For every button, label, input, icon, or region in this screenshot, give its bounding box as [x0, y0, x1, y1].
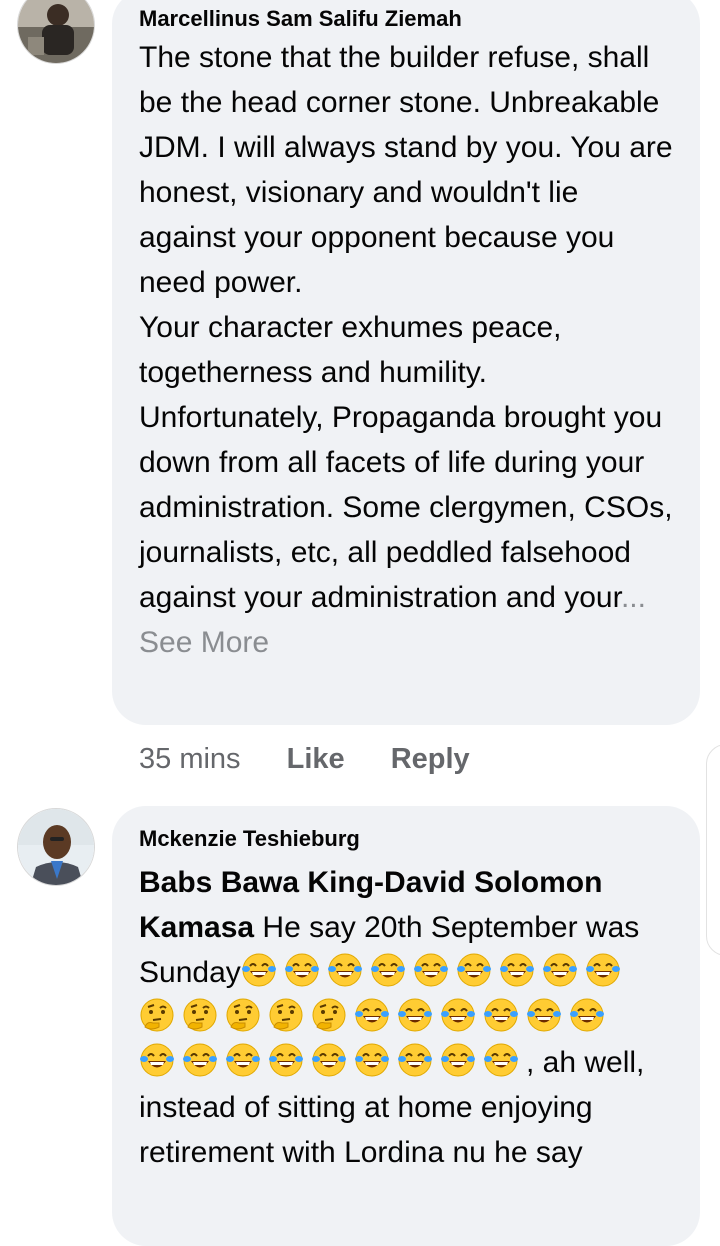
comment-text-part: , ah well,: [526, 1046, 645, 1079]
comment-author[interactable]: Marcellinus Sam Salifu Ziemah: [139, 6, 676, 32]
emoji-group: [139, 1043, 526, 1079]
side-panel-handle[interactable]: [706, 744, 720, 956]
laughing-tears-emoji-icon: [542, 952, 578, 988]
emoji-group: [241, 953, 628, 989]
comment-author[interactable]: Mckenzie Teshieburg: [139, 826, 680, 852]
like-button[interactable]: Like: [287, 743, 345, 776]
emoji-row: , ah well,: [139, 1040, 680, 1085]
avatar[interactable]: [17, 0, 95, 64]
comment-text-part: instead of sitting at home enjoying reti…: [139, 1091, 593, 1169]
comment-paragraph: Your character exhumes peace, togetherne…: [139, 305, 676, 665]
ellipsis: ...: [620, 581, 646, 614]
comment-text: Babs Bawa King-David Solomon Kamasa He s…: [139, 860, 680, 1175]
laughing-tears-emoji-icon: [311, 1042, 347, 1078]
laughing-tears-emoji-icon: [483, 997, 519, 1033]
laughing-tears-emoji-icon: [499, 952, 535, 988]
profile-photo-icon: [18, 0, 94, 63]
comment-text-part: Sunday: [139, 956, 241, 989]
comment-timestamp: 35 mins: [139, 743, 241, 775]
thinking-face-emoji-icon: [182, 997, 218, 1033]
laughing-tears-emoji-icon: [397, 997, 433, 1033]
laughing-tears-emoji-icon: [241, 952, 277, 988]
laughing-tears-emoji-icon: [327, 952, 363, 988]
laughing-tears-emoji-icon: [182, 1042, 218, 1078]
laughing-tears-emoji-icon: [456, 952, 492, 988]
comment-paragraph-text: Your character exhumes peace, togetherne…: [139, 311, 673, 614]
reply-button[interactable]: Reply: [391, 743, 470, 776]
laughing-tears-emoji-icon: [139, 1042, 175, 1078]
laughing-tears-emoji-icon: [483, 1042, 519, 1078]
laughing-tears-emoji-icon: [225, 1042, 261, 1078]
comment-bubble[interactable]: Mckenzie Teshieburg Babs Bawa King-David…: [112, 806, 700, 1246]
laughing-tears-emoji-icon: [440, 997, 476, 1033]
laughing-tears-emoji-icon: [585, 952, 621, 988]
thinking-face-emoji-icon: [268, 997, 304, 1033]
laughing-tears-emoji-icon: [354, 997, 390, 1033]
laughing-tears-emoji-icon: [413, 952, 449, 988]
comment-bubble[interactable]: Marcellinus Sam Salifu Ziemah The stone …: [112, 0, 700, 725]
emoji-row: [139, 995, 680, 1040]
laughing-tears-emoji-icon: [569, 997, 605, 1033]
see-more-link[interactable]: See More: [139, 626, 269, 659]
laughing-tears-emoji-icon: [370, 952, 406, 988]
laughing-tears-emoji-icon: [397, 1042, 433, 1078]
thinking-face-emoji-icon: [311, 997, 347, 1033]
comment-paragraph: The stone that the builder refuse, shall…: [139, 41, 673, 299]
avatar[interactable]: [17, 808, 95, 886]
thinking-face-emoji-icon: [139, 997, 175, 1033]
comment-actions: 35 mins Like Reply: [139, 743, 470, 776]
profile-photo-icon: [18, 809, 94, 885]
laughing-tears-emoji-icon: [284, 952, 320, 988]
laughing-tears-emoji-icon: [440, 1042, 476, 1078]
comment-text-part: He say 20th September was: [254, 911, 640, 944]
laughing-tears-emoji-icon: [354, 1042, 390, 1078]
laughing-tears-emoji-icon: [526, 997, 562, 1033]
emoji-row: Sunday: [139, 950, 680, 995]
comment-text: The stone that the builder refuse, shall…: [139, 35, 676, 665]
laughing-tears-emoji-icon: [268, 1042, 304, 1078]
thinking-face-emoji-icon: [225, 997, 261, 1033]
